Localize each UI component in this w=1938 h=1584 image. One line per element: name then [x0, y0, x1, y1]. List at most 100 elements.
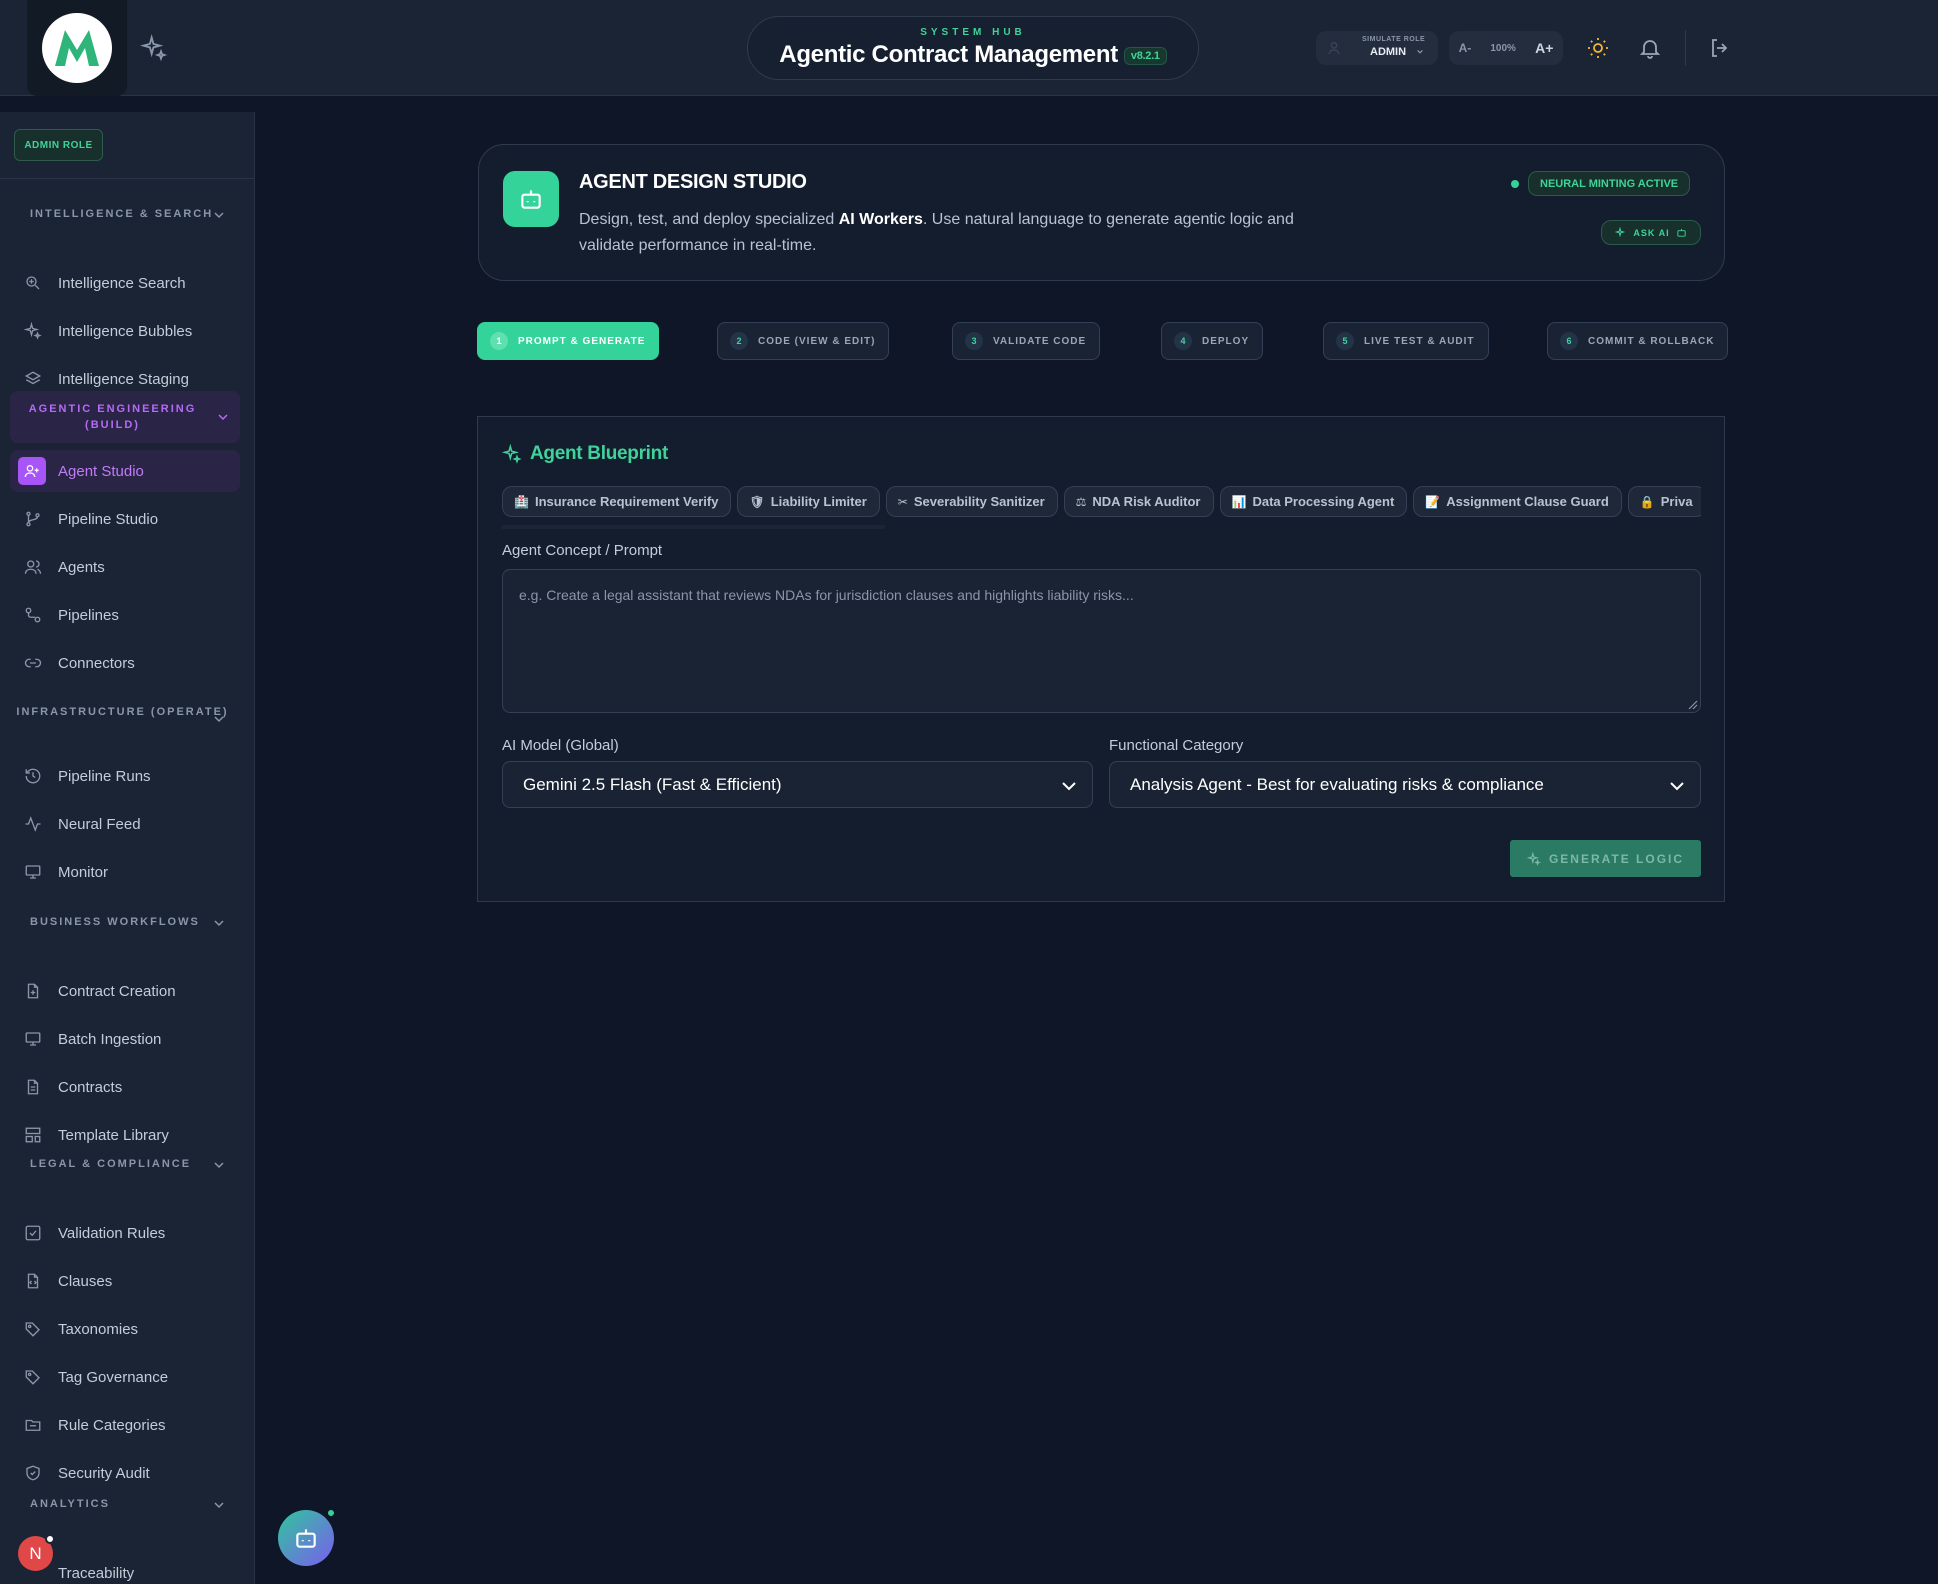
sidebar-item-pipeline-runs[interactable]: Pipeline Runs: [10, 755, 240, 797]
chip-label: Assignment Clause Guard: [1446, 494, 1609, 509]
resize-handle-icon[interactable]: [1686, 698, 1698, 710]
ai-model-select[interactable]: Gemini 2.5 Flash (Fast & Efficient): [502, 761, 1093, 808]
check-square-icon: [25, 1225, 41, 1241]
step-label: VALIDATE CODE: [993, 335, 1087, 347]
font-zoom-control: A- 100% A+: [1449, 31, 1563, 65]
sidebar-item-pipelines[interactable]: Pipelines: [10, 594, 240, 636]
user-plus-icon: [18, 457, 46, 485]
step-label: PROMPT & GENERATE: [518, 335, 646, 347]
sidebar-item-intelligence-bubbles[interactable]: Intelligence Bubbles: [10, 310, 240, 352]
ask-ai-button[interactable]: ASK AI: [1601, 220, 1701, 245]
sidebar-item-label: Intelligence Staging: [58, 370, 189, 388]
tag-icon: [25, 1370, 40, 1385]
chevron-down-icon[interactable]: [212, 1158, 226, 1172]
sidebar-item-pipeline-studio[interactable]: Pipeline Studio: [10, 498, 240, 540]
template-chip[interactable]: 🔒 Priva: [1627, 486, 1701, 517]
sidebar-item-label: Pipeline Studio: [58, 510, 159, 528]
zoom-out-button[interactable]: A-: [1459, 41, 1472, 55]
sidebar-item-template-library[interactable]: Template Library: [10, 1114, 240, 1156]
tab-live-test-audit[interactable]: 5 LIVE TEST & AUDIT: [1323, 322, 1489, 360]
chip-label: Insurance Requirement Verify: [534, 494, 719, 509]
sidebar-item-clauses[interactable]: Clauses: [10, 1260, 240, 1302]
sidebar-item-connectors[interactable]: Connectors: [10, 642, 240, 684]
tab-code-view-edit[interactable]: 2 CODE (VIEW & EDIT): [717, 322, 890, 360]
section-analytics[interactable]: ANALYTICS: [30, 1498, 110, 1510]
logout-icon[interactable]: [1708, 36, 1732, 60]
chevron-down-icon[interactable]: [212, 916, 226, 930]
sidebar-item-validation-rules[interactable]: Validation Rules: [10, 1212, 240, 1254]
activity-icon: [25, 816, 41, 832]
sparkles-icon: [1615, 226, 1626, 237]
version-badge: v8.2.1: [1123, 46, 1167, 65]
sidebar-item-neural-feed[interactable]: Neural Feed: [10, 803, 240, 845]
template-chip[interactable]: ⚖ NDA Risk Auditor: [1063, 486, 1214, 517]
sidebar-item-batch-ingestion[interactable]: Batch Ingestion: [10, 1018, 240, 1060]
template-chip[interactable]: 📝 Assignment Clause Guard: [1413, 486, 1622, 517]
chip-label: Priva: [1660, 494, 1693, 509]
simulate-role-select[interactable]: SIMULATE ROLE ADMIN: [1316, 31, 1438, 65]
tab-validate-code[interactable]: 3 VALIDATE CODE: [952, 322, 1101, 360]
sidebar-item-monitor[interactable]: Monitor: [10, 851, 240, 893]
sidebar-item-tag-governance[interactable]: Tag Governance: [10, 1356, 240, 1398]
top-bar: SYSTEM HUB Agentic Contract Management v8…: [0, 0, 1938, 96]
status-badge: NEURAL MINTING ACTIVE: [1528, 171, 1691, 196]
generate-logic-button[interactable]: GENERATE LOGIC: [1510, 840, 1701, 877]
bar-chart-icon: 📊: [1231, 494, 1247, 509]
functional-category-select[interactable]: Analysis Agent - Best for evaluating ris…: [1109, 761, 1701, 808]
brain-search-icon: [26, 276, 40, 290]
step-number: 4: [1174, 332, 1192, 350]
sidebar: ADMIN ROLE INTELLIGENCE & SEARCH Intelli…: [0, 112, 255, 1584]
chevron-down-icon[interactable]: [212, 712, 226, 726]
app-logo[interactable]: [27, 0, 127, 96]
category-value: Analysis Agent - Best for evaluating ris…: [1130, 775, 1544, 794]
template-chip[interactable]: 🏥 Insurance Requirement Verify: [502, 486, 732, 517]
sidebar-item-contract-creation[interactable]: Contract Creation: [10, 970, 240, 1012]
sidebar-item-intelligence-search[interactable]: Intelligence Search: [10, 262, 240, 304]
zoom-in-button[interactable]: A+: [1535, 40, 1553, 56]
template-chip[interactable]: 🛡 Liability Limiter: [737, 486, 880, 517]
assistant-fab[interactable]: [278, 1508, 336, 1566]
section-intelligence[interactable]: INTELLIGENCE & SEARCH: [30, 208, 213, 220]
section-legal[interactable]: LEGAL & COMPLIANCE: [30, 1158, 191, 1170]
sidebar-item-taxonomies[interactable]: Taxonomies: [10, 1308, 240, 1350]
ask-ai-label: ASK AI: [1633, 227, 1670, 238]
section-infrastructure[interactable]: INFRASTRUCTURE (OPERATE): [0, 704, 245, 720]
sidebar-item-agent-studio[interactable]: Agent Studio: [10, 450, 240, 492]
sidebar-item-contracts[interactable]: Contracts: [10, 1066, 240, 1108]
prompt-textarea[interactable]: e.g. Create a legal assistant that revie…: [502, 569, 1701, 713]
page-description: Design, test, and deploy specialized AI …: [579, 207, 1339, 259]
chevron-down-icon[interactable]: [212, 1498, 226, 1512]
layout-template-icon: [25, 1127, 41, 1143]
bell-icon[interactable]: [1638, 36, 1662, 60]
tab-deploy[interactable]: 4 DEPLOY: [1161, 322, 1264, 360]
app-title-text: Agentic Contract Management: [779, 41, 1118, 68]
status-dot: [326, 1508, 336, 1518]
step-number: 1: [490, 332, 508, 350]
chips-scrollbar[interactable]: [502, 525, 885, 529]
simulate-role-value: ADMIN: [1370, 46, 1407, 58]
template-chip[interactable]: ✂ Severability Sanitizer: [885, 486, 1058, 517]
history-icon: [25, 768, 41, 784]
sidebar-item-label: Contracts: [58, 1078, 123, 1096]
sparkles-icon[interactable]: [140, 34, 168, 62]
sidebar-item-label: Monitor: [58, 863, 109, 881]
hospital-icon: 🏥: [514, 494, 529, 509]
tab-prompt-generate[interactable]: 1 PROMPT & GENERATE: [477, 322, 660, 360]
desc-bold: AI Workers: [838, 211, 923, 228]
template-chip[interactable]: 📊 Data Processing Agent: [1219, 486, 1408, 517]
sidebar-item-security-audit[interactable]: Security Audit: [10, 1452, 240, 1494]
avatar[interactable]: N: [18, 1534, 55, 1571]
prompt-placeholder: e.g. Create a legal assistant that revie…: [519, 587, 1134, 603]
sidebar-item-rule-categories[interactable]: Rule Categories: [10, 1404, 240, 1446]
sun-icon[interactable]: [1586, 36, 1610, 60]
chip-label: Liability Limiter: [770, 494, 867, 509]
tab-commit-rollback[interactable]: 6 COMMIT & ROLLBACK: [1547, 322, 1729, 360]
chip-label: Data Processing Agent: [1252, 494, 1395, 509]
sparkles-icon: [1526, 851, 1541, 866]
file-plus-icon: [27, 983, 39, 999]
section-business[interactable]: BUSINESS WORKFLOWS: [30, 916, 200, 928]
chevron-down-icon[interactable]: [212, 208, 226, 222]
section-agentic-engineering[interactable]: AGENTIC ENGINEERING (BUILD): [10, 391, 240, 443]
simulate-role-label: SIMULATE ROLE: [1362, 36, 1426, 43]
sidebar-item-agents[interactable]: Agents: [10, 546, 240, 588]
